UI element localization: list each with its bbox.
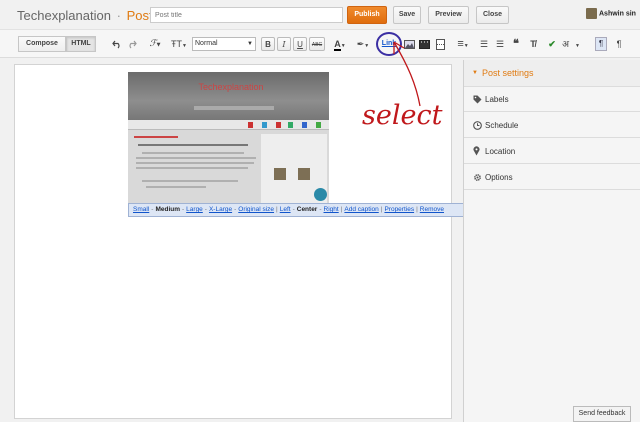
- location-pin-icon: [473, 139, 483, 166]
- editor-toolbar: Compose HTML ℱ▼ ŦT▼ Normal ▼ B I U ABC A▼…: [0, 30, 640, 58]
- blog-name[interactable]: Techexplanation: [17, 8, 111, 23]
- numbered-list-icon[interactable]: ☰: [478, 37, 490, 51]
- clock-icon: [473, 113, 483, 140]
- post-title-input[interactable]: [150, 7, 343, 23]
- breadcrumb: Techexplanation · Post: [17, 8, 153, 23]
- user-name: Ashwin sin: [599, 10, 636, 18]
- breadcrumb-separator: ·: [116, 8, 121, 23]
- gear-icon: [473, 165, 483, 192]
- font-family-icon[interactable]: ℱ▼: [146, 37, 164, 51]
- strikethrough-button[interactable]: ABC: [309, 37, 325, 51]
- size-large-link[interactable]: Large: [186, 206, 203, 213]
- compose-mode-button[interactable]: Compose: [18, 36, 66, 52]
- input-language-icon[interactable]: अ ▼: [562, 37, 580, 51]
- avatar: [586, 8, 597, 19]
- close-button[interactable]: Close: [476, 6, 509, 24]
- underline-button[interactable]: U: [293, 37, 307, 51]
- properties-link[interactable]: Properties: [384, 206, 414, 213]
- user-account[interactable]: Ashwin sin: [586, 8, 640, 22]
- text-color-icon[interactable]: A▼: [331, 37, 349, 51]
- image-blog-title: Techexplanation: [198, 82, 264, 92]
- top-bar: Techexplanation · Post Publish Save Prev…: [0, 0, 640, 30]
- font-size-icon[interactable]: ŦT▼: [169, 37, 189, 51]
- panel-item-options[interactable]: Options: [464, 165, 640, 190]
- bold-button[interactable]: B: [261, 37, 275, 51]
- ltr-direction-icon[interactable]: ¶: [595, 37, 607, 51]
- italic-button[interactable]: I: [277, 37, 291, 51]
- add-caption-link[interactable]: Add caption: [344, 206, 378, 213]
- panel-item-schedule[interactable]: Schedule: [464, 113, 640, 138]
- bulleted-list-icon[interactable]: ☰: [494, 37, 506, 51]
- post-settings-header[interactable]: ▼ Post settings: [464, 60, 640, 87]
- tag-icon: [473, 87, 483, 114]
- jump-break-icon[interactable]: [434, 37, 446, 51]
- annotation-select-text: select: [362, 100, 443, 131]
- rtl-direction-icon[interactable]: ¶: [613, 37, 625, 51]
- image-blog-header: Techexplanation: [128, 72, 329, 120]
- original-size-link[interactable]: Original size: [238, 206, 274, 213]
- image-options-bar: Small - Medium - Large - X-Large - Original size…: [128, 203, 480, 217]
- triangle-down-icon: ▼: [472, 70, 478, 76]
- preview-button[interactable]: Preview: [428, 6, 469, 24]
- format-select[interactable]: Normal ▼: [192, 37, 256, 51]
- panel-item-location[interactable]: Location: [464, 139, 640, 164]
- post-settings-panel: ▼ Post settings Labels Schedule Location: [463, 60, 640, 422]
- size-medium-label: Medium: [155, 206, 180, 213]
- panel-item-labels[interactable]: Labels: [464, 87, 640, 112]
- size-xlarge-link[interactable]: X-Large: [209, 206, 232, 213]
- align-icon[interactable]: ≡▼: [454, 37, 472, 51]
- spellcheck-icon[interactable]: ✔: [546, 37, 558, 51]
- html-mode-button[interactable]: HTML: [66, 36, 96, 52]
- quote-icon[interactable]: ❝: [510, 37, 522, 51]
- align-left-link[interactable]: Left: [280, 206, 291, 213]
- align-center-label: Center: [296, 206, 318, 213]
- highlight-icon[interactable]: ✒▼: [353, 37, 373, 51]
- clear-formatting-icon[interactable]: T̸: [527, 37, 539, 51]
- send-feedback-button[interactable]: Send feedback: [573, 406, 631, 422]
- remove-link[interactable]: Remove: [420, 206, 444, 213]
- undo-icon[interactable]: [111, 37, 123, 51]
- align-right-link[interactable]: Right: [324, 206, 339, 213]
- blogger-post-editor: Techexplanation · Post Publish Save Prev…: [0, 0, 640, 422]
- page-title: Post: [126, 8, 153, 23]
- post-image[interactable]: Techexplanation: [128, 72, 329, 204]
- annotation-arrow: [393, 41, 421, 107]
- size-small-link[interactable]: Small: [133, 206, 149, 213]
- redo-icon[interactable]: [126, 37, 138, 51]
